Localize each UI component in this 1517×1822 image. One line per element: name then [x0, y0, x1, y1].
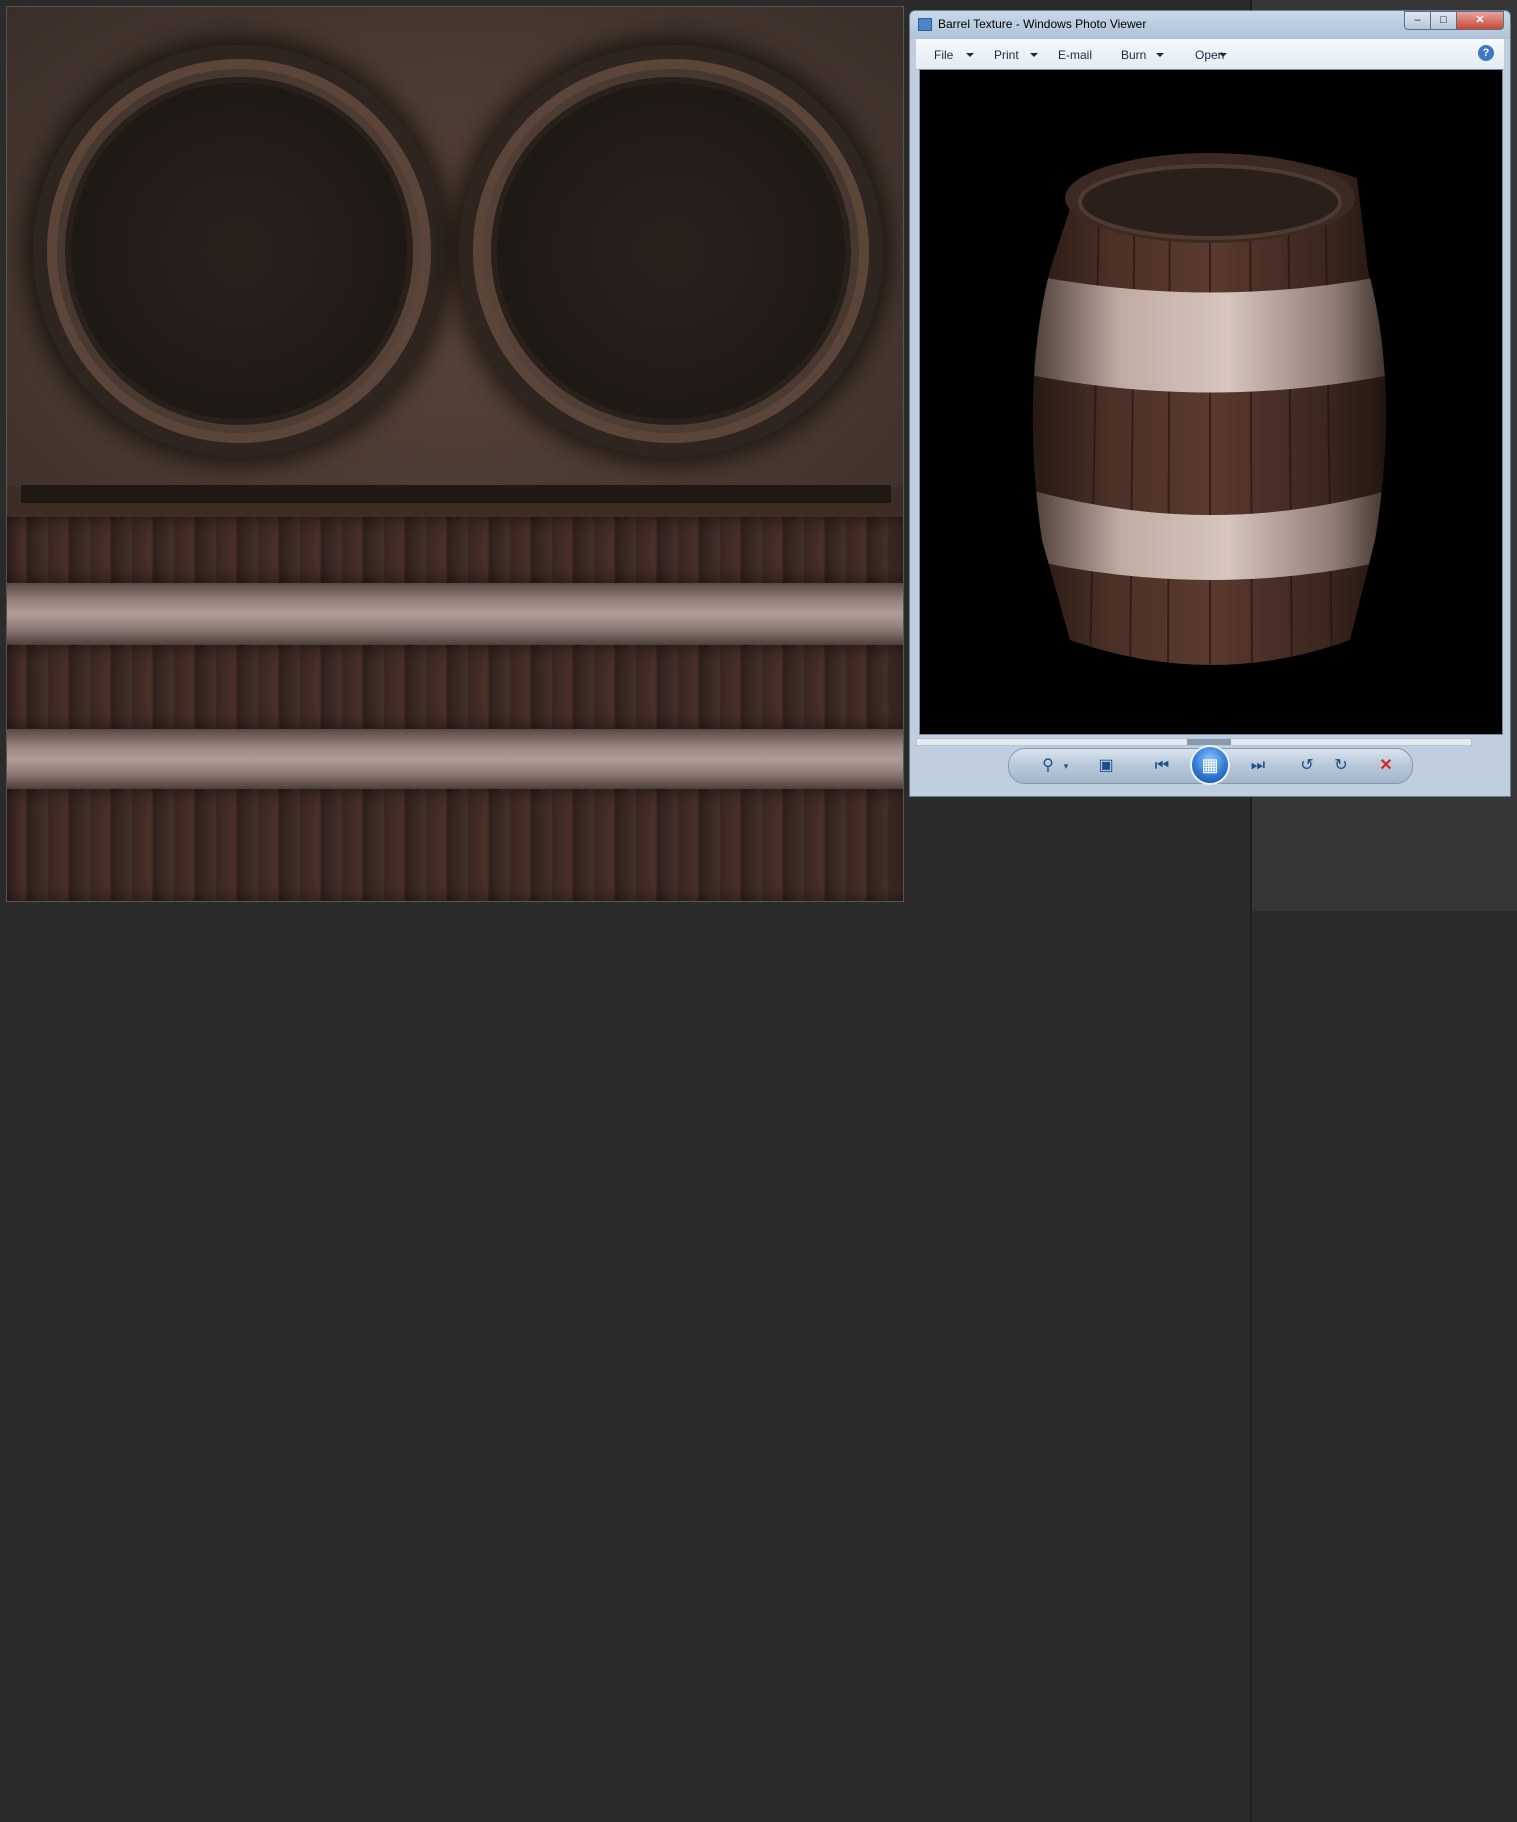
help-icon[interactable]: ?	[1478, 45, 1494, 61]
chevron-down-icon[interactable]	[1219, 53, 1227, 57]
title-bar[interactable]: Barrel Texture - Windows Photo Viewer – …	[910, 11, 1510, 39]
chevron-down-icon[interactable]	[1156, 53, 1164, 57]
skip-back-icon[interactable]: ⏮	[1151, 756, 1173, 776]
wood-planks-band	[7, 789, 903, 901]
texture-canvas	[6, 6, 904, 902]
chevron-down-icon[interactable]	[1030, 53, 1038, 57]
slideshow-icon[interactable]: ▦	[1190, 745, 1230, 785]
chevron-down-icon[interactable]: ▾	[1055, 756, 1077, 776]
barrel-lid-texture-right	[459, 45, 883, 457]
barrel-lid-texture-left	[33, 45, 445, 457]
rotate-ccw-icon[interactable]: ↺	[1296, 756, 1318, 776]
texture-rim-strip	[21, 485, 891, 503]
photo-viewer-window[interactable]: Barrel Texture - Windows Photo Viewer – …	[909, 10, 1511, 797]
delete-icon[interactable]: ✕	[1375, 756, 1397, 776]
menu-print[interactable]: Print	[994, 48, 1019, 62]
menu-file[interactable]: File	[934, 48, 953, 62]
fit-window-icon[interactable]: ▣	[1095, 756, 1117, 776]
wood-planks-band	[7, 517, 903, 583]
menu-burn[interactable]: Burn	[1121, 48, 1146, 62]
metal-hoop-band	[7, 729, 903, 789]
maximize-button[interactable]: □	[1430, 11, 1457, 30]
skip-forward-icon[interactable]: ⏭	[1247, 756, 1269, 776]
barrel-render-image	[1032, 153, 1386, 665]
photo-viewer-icon	[918, 18, 932, 31]
window-title: Barrel Texture - Windows Photo Viewer	[938, 17, 1147, 31]
metal-hoop-band	[7, 583, 903, 645]
image-viewport	[919, 69, 1503, 735]
menu-bar: File Print E-mail Burn Open ?	[916, 39, 1504, 70]
rotate-cw-icon[interactable]: ↻	[1330, 756, 1352, 776]
playback-controls: ⚲ ▾ ▣ ⏮ ▦ ⏭ ↺ ↻ ✕	[1008, 745, 1413, 785]
minimize-button[interactable]: –	[1404, 11, 1431, 30]
menu-email[interactable]: E-mail	[1058, 48, 1092, 62]
panel-divider	[1250, 911, 1252, 1822]
chevron-down-icon[interactable]	[966, 53, 974, 57]
close-button[interactable]: ✕	[1456, 11, 1504, 30]
horizontal-scrollbar[interactable]	[916, 738, 1472, 746]
wood-planks-band	[7, 645, 903, 729]
